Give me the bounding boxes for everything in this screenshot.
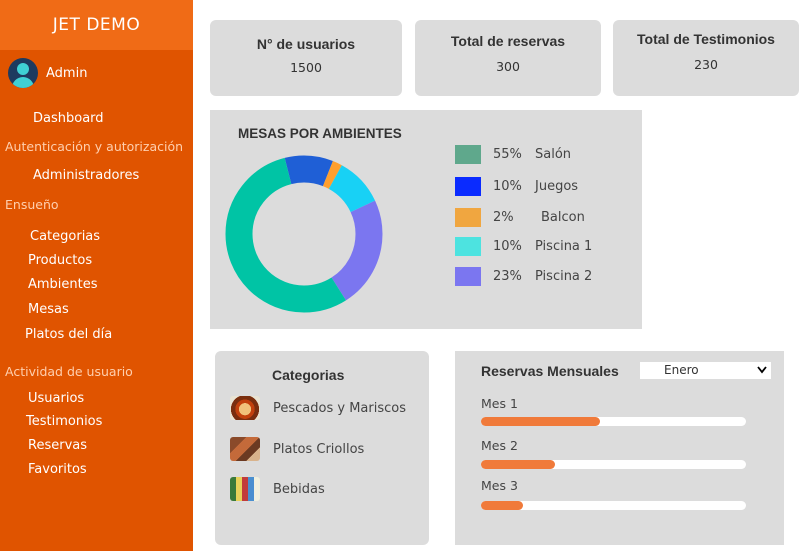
- stat-title: N° de usuarios: [256, 36, 356, 52]
- sidebar-item-mesas[interactable]: Mesas: [28, 302, 69, 317]
- stat-card-usuarios: N° de usuarios 1500: [210, 20, 402, 96]
- sidebar-item-platos-del-dia[interactable]: Platos del día: [25, 327, 112, 342]
- stat-card-reservas: Total de reservas 300: [415, 20, 601, 96]
- donut-chart: [225, 155, 383, 313]
- sidebar-item-testimonios[interactable]: Testimonios: [26, 414, 102, 429]
- categorias-title: Categorias: [272, 367, 345, 383]
- stat-title: Total de reservas: [450, 33, 566, 49]
- stat-title: Total de Testimonios: [637, 31, 775, 47]
- reservas-title: Reservas Mensuales: [481, 363, 619, 379]
- legend-swatch: [455, 208, 481, 227]
- month-select-value: Enero: [664, 363, 699, 377]
- chevron-down-icon: [757, 366, 767, 374]
- legend-pct: 2%: [493, 210, 514, 225]
- user-name: Admin: [46, 65, 88, 81]
- legend-label: Piscina 1: [535, 239, 593, 254]
- legend-pct: 55%: [493, 147, 522, 162]
- stat-card-testimonios: Total de Testimonios 230: [613, 20, 799, 96]
- mesas-title: MESAS POR AMBIENTES: [238, 126, 402, 141]
- progress-fill: [481, 417, 601, 426]
- legend-item-salon: 55% Salón: [455, 145, 571, 164]
- sidebar-item-ambientes[interactable]: Ambientes: [28, 277, 98, 292]
- sidebar-item-dashboard[interactable]: Dashboard: [33, 111, 104, 126]
- seafood-thumbnail-icon: [230, 396, 260, 420]
- drinks-thumbnail-icon: [230, 477, 260, 501]
- category-item-bebidas[interactable]: Bebidas: [230, 477, 325, 501]
- sidebar-item-favoritos[interactable]: Favoritos: [28, 462, 87, 477]
- month-select[interactable]: Enero: [640, 362, 771, 379]
- category-label: Bebidas: [273, 481, 325, 497]
- legend-label: Balcon: [541, 210, 585, 225]
- legend-pct: 10%: [493, 239, 522, 254]
- month-label: Mes 3: [481, 478, 518, 493]
- legend-label: Salón: [535, 147, 572, 162]
- legend-item-piscina-1: 10% Piscina 1: [455, 237, 592, 256]
- progress-track: [481, 460, 746, 469]
- progress-fill: [481, 501, 524, 510]
- legend-swatch: [455, 145, 481, 164]
- category-item-platos-criollos[interactable]: Platos Criollos: [230, 437, 364, 461]
- creole-dish-thumbnail-icon: [230, 437, 260, 461]
- stat-value: 230: [694, 57, 718, 72]
- sidebar-item-reservas[interactable]: Reservas: [28, 438, 87, 453]
- sidebar-item-productos[interactable]: Productos: [28, 253, 92, 268]
- legend-swatch: [455, 177, 481, 196]
- sidebar-item-administradores[interactable]: Administradores: [33, 168, 139, 183]
- legend-item-juegos: 10% Juegos: [455, 177, 578, 196]
- legend-label: Piscina 2: [535, 269, 593, 284]
- month-label: Mes 1: [481, 396, 518, 411]
- legend-label: Juegos: [535, 179, 579, 194]
- progress-fill: [481, 460, 556, 469]
- legend-swatch: [455, 237, 481, 256]
- legend-item-piscina-2: 23% Piscina 2: [455, 267, 592, 286]
- stat-value: 1500: [290, 60, 322, 75]
- legend-swatch: [455, 267, 481, 286]
- legend-pct: 10%: [493, 179, 522, 194]
- legend-pct: 23%: [493, 269, 522, 284]
- progress-track: [481, 501, 746, 510]
- month-label: Mes 2: [481, 438, 518, 453]
- avatar-icon: [8, 58, 38, 88]
- stat-value: 300: [496, 59, 520, 74]
- category-label: Pescados y Mariscos: [273, 400, 406, 416]
- sidebar: JET DEMO Admin Dashboard Autenticación y…: [0, 0, 193, 551]
- sidebar-item-categorias[interactable]: Categorias: [30, 229, 100, 244]
- sidebar-section-actividad: Actividad de usuario: [5, 364, 133, 379]
- progress-track: [481, 417, 746, 426]
- sidebar-section-ensueno: Ensueño: [5, 197, 59, 212]
- category-label: Platos Criollos: [273, 441, 365, 457]
- sidebar-item-usuarios[interactable]: Usuarios: [28, 391, 84, 406]
- category-item-pescados[interactable]: Pescados y Mariscos: [230, 396, 406, 420]
- sidebar-section-auth: Autenticación y autorización: [5, 139, 184, 154]
- brand-title: JET DEMO: [0, 0, 193, 50]
- user-profile[interactable]: Admin: [8, 58, 87, 88]
- legend-item-balcon: 2% Balcon: [455, 208, 585, 227]
